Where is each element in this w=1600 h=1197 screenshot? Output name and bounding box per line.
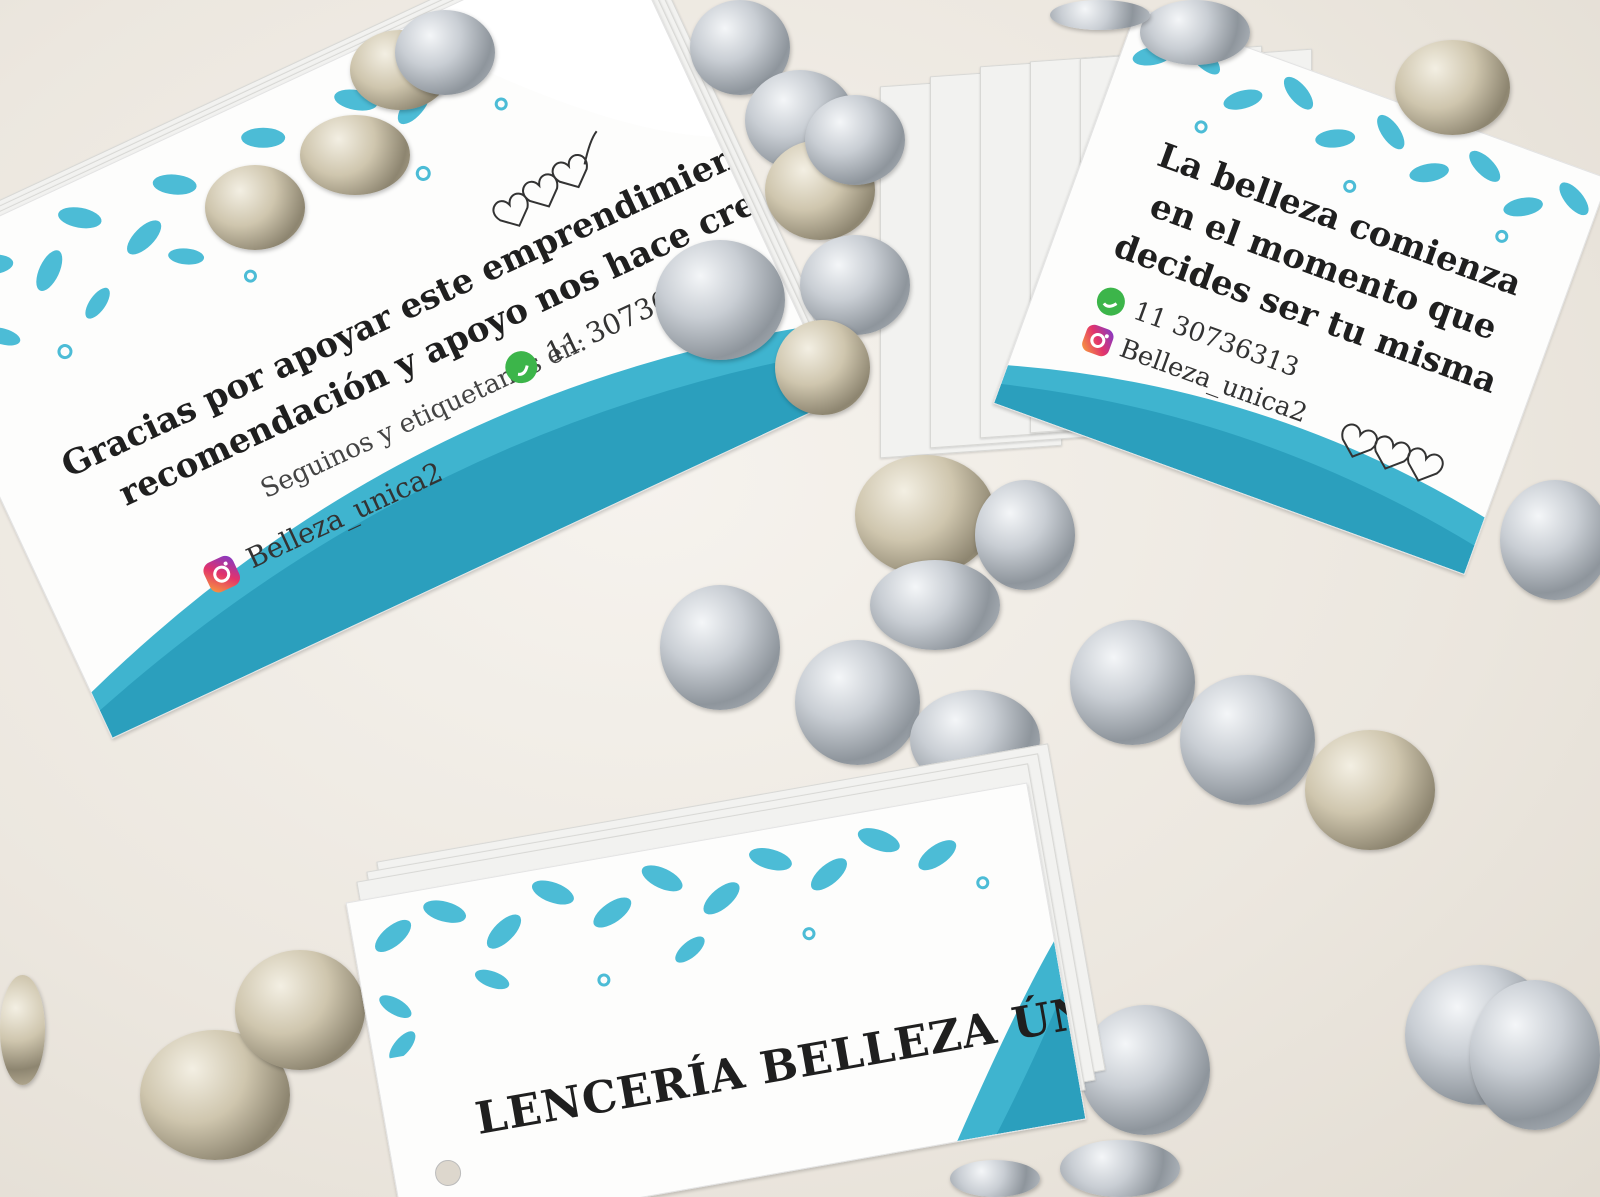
confetti-disc	[1070, 620, 1195, 745]
confetti-disc	[655, 240, 785, 360]
confetti-disc	[870, 560, 1000, 650]
confetti-disc	[795, 640, 920, 765]
confetti-disc	[1470, 980, 1600, 1130]
tag-card-stack: LENCERÍA BELLEZA ÚNICA	[345, 743, 1120, 1197]
confetti-disc	[855, 455, 995, 575]
confetti-disc	[1395, 40, 1510, 135]
confetti-disc	[1305, 730, 1435, 850]
photo-scene: Gracias por apoyar este emprendimiento, …	[0, 0, 1600, 1197]
confetti-disc	[1500, 480, 1600, 600]
confetti-disc	[1180, 675, 1315, 805]
confetti-disc	[975, 480, 1075, 590]
confetti-disc	[1050, 0, 1150, 30]
confetti-disc	[805, 95, 905, 185]
confetti-disc	[205, 165, 305, 250]
confetti-disc	[300, 115, 410, 195]
tag-card: LENCERÍA BELLEZA ÚNICA	[345, 782, 1087, 1197]
confetti-disc	[0, 975, 45, 1085]
confetti-disc	[775, 320, 870, 415]
confetti-disc	[660, 585, 780, 710]
confetti-disc	[1140, 0, 1250, 65]
confetti-disc	[395, 10, 495, 95]
confetti-disc	[235, 950, 365, 1070]
